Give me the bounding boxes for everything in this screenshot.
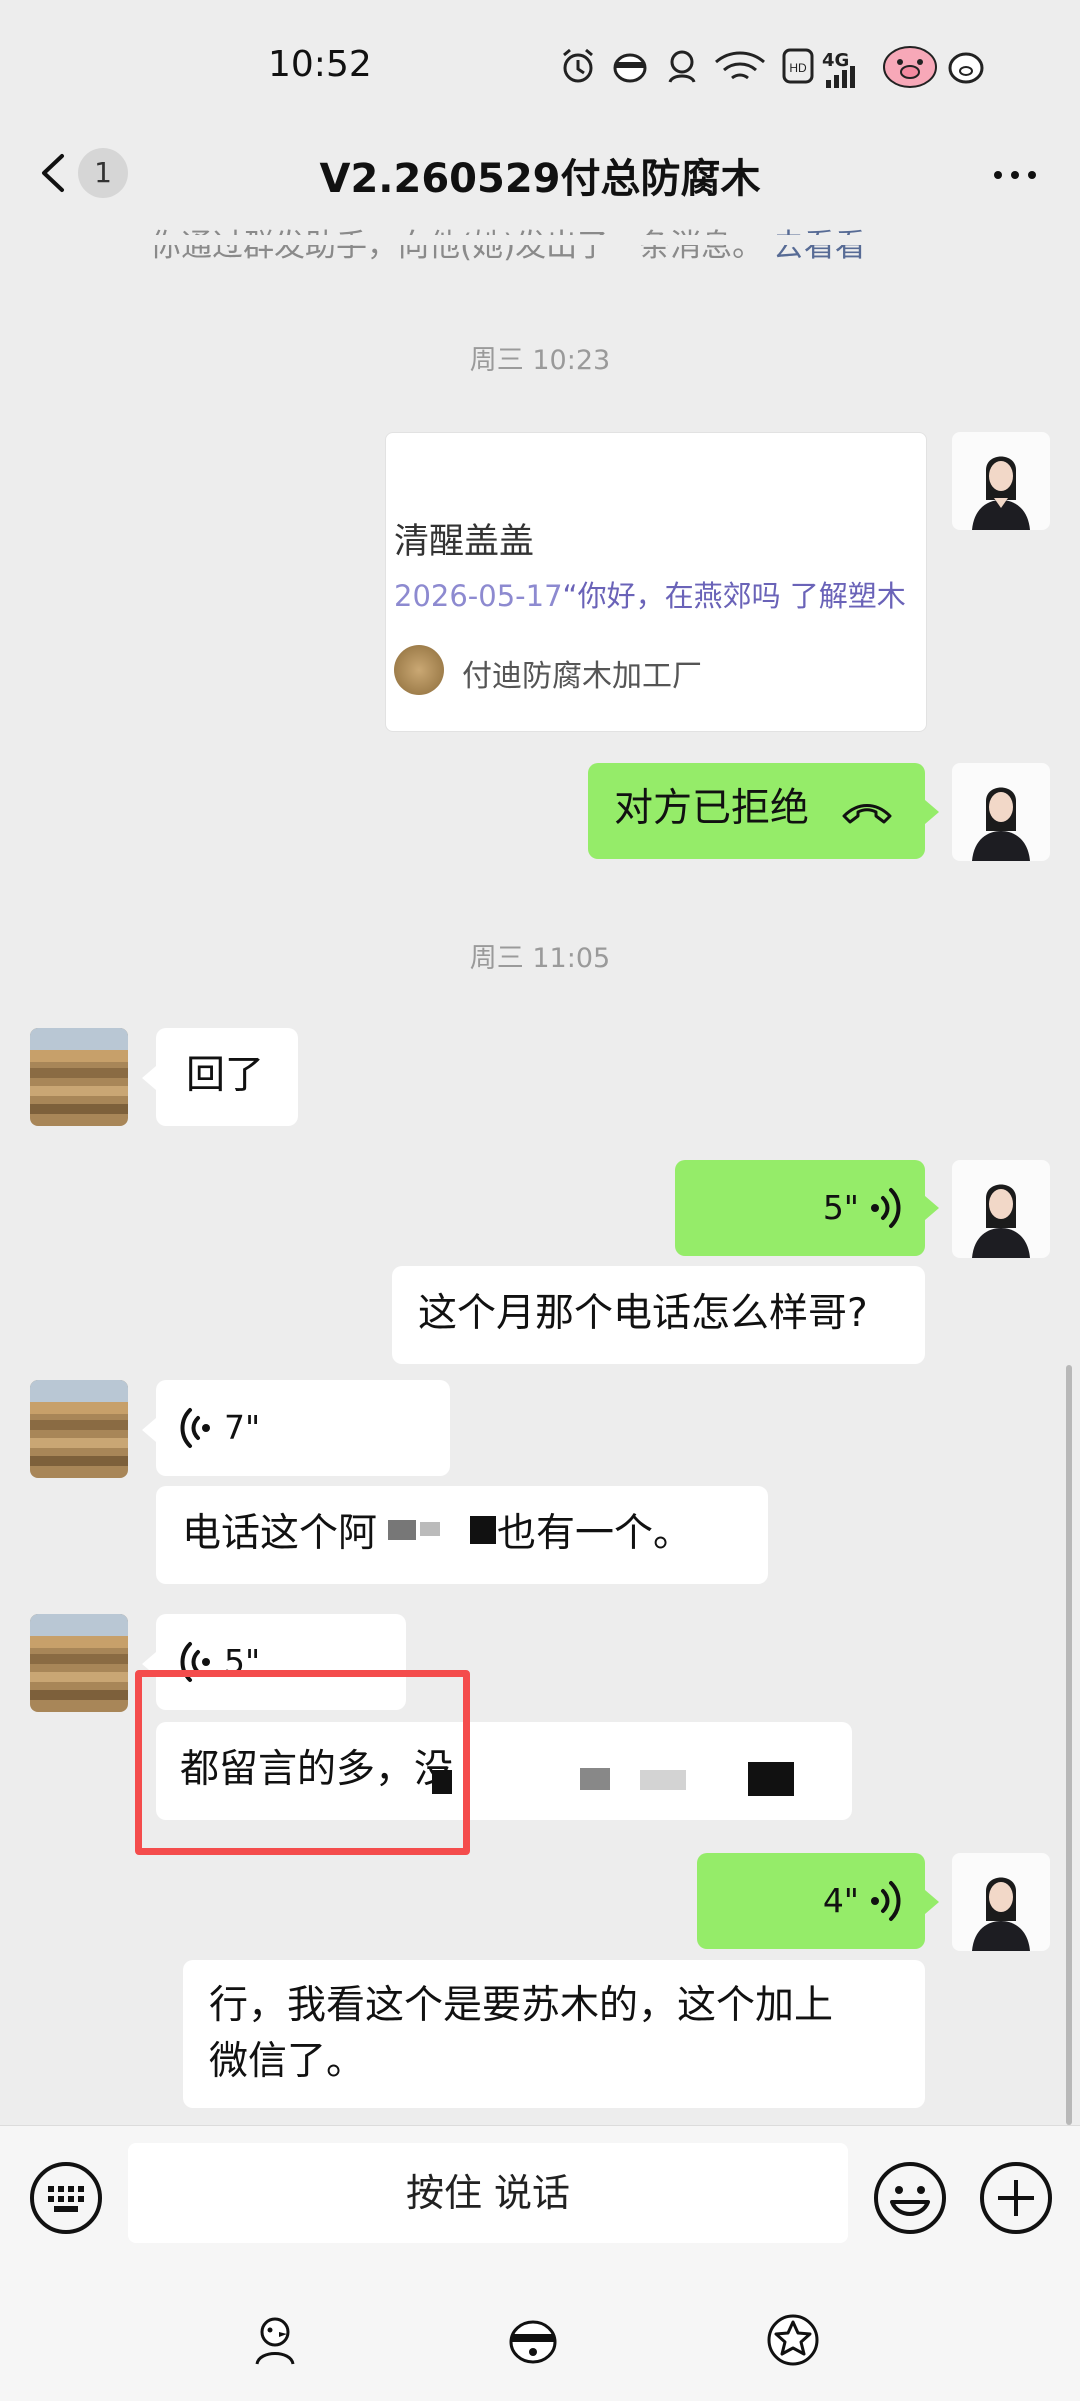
highlight-annotation <box>135 1670 470 1855</box>
system-message-text: 你通过群发助手，向他(她)发出了一条消息。 <box>150 228 764 264</box>
voice-wave-icon <box>871 1188 901 1228</box>
chat-title: V2.260529付总防腐木 <box>319 156 761 202</box>
transcription-line: 微信了。 <box>209 2039 366 2084</box>
voice-message[interactable]: 4" <box>697 1853 925 1949</box>
voice-duration: 4" <box>822 1881 859 1920</box>
voice-message[interactable]: 7" <box>156 1380 450 1476</box>
transcription-line: 行，我看这个是要苏木的，这个加上 <box>209 1983 834 2028</box>
card-source-avatar <box>394 645 444 695</box>
bubble-tail <box>142 1066 156 1090</box>
shared-card[interactable]: 清醒盖盖 2026-05-17“你好，在燕郊吗 了解塑木 付迪防腐木加工厂 <box>385 432 927 732</box>
self-avatar[interactable] <box>952 432 1050 530</box>
svg-text:HD: HD <box>789 61 807 75</box>
sticker-star-icon[interactable] <box>763 2310 823 2370</box>
voice-duration: 7" <box>224 1408 261 1447</box>
scrollbar[interactable] <box>1066 1365 1072 2125</box>
app-bird-icon <box>668 50 696 83</box>
redaction-block <box>420 1522 440 1536</box>
redaction-block <box>580 1768 610 1790</box>
voice-wave-icon <box>871 1881 901 1921</box>
call-status-bubble[interactable]: 对方已拒绝 <box>588 763 925 859</box>
header-divider <box>0 235 1080 245</box>
battery-pig-icon <box>948 52 984 84</box>
voice-message[interactable]: 5" <box>675 1160 925 1256</box>
card-source: 付迪防腐木加工厂 <box>462 659 702 694</box>
bubble-tail <box>925 1890 939 1914</box>
sticker-penguin-icon[interactable] <box>503 2310 563 2370</box>
status-bar: 10:52 HD 4G <box>0 0 1080 140</box>
sticker-bird-icon[interactable] <box>245 2310 305 2370</box>
contact-avatar[interactable] <box>30 1614 128 1712</box>
time-separator: 周三 10:23 <box>469 345 611 376</box>
call-status-text: 对方已拒绝 <box>614 786 810 831</box>
more-dots-icon[interactable] <box>985 150 1045 200</box>
redaction-block <box>640 1770 686 1790</box>
hd-icon: HD <box>782 48 814 84</box>
received-message[interactable]: 回了 <box>156 1028 298 1126</box>
card-snippet-text: “你好，在燕郊吗 了解塑木 <box>562 579 906 613</box>
contact-avatar[interactable] <box>30 1028 128 1126</box>
voice-transcription[interactable]: 电话这个阿 也有一个。 <box>156 1486 768 1584</box>
hold-to-talk-button[interactable]: 按住 说话 <box>128 2143 848 2243</box>
self-avatar[interactable] <box>952 1160 1050 1258</box>
voice-duration: 5" <box>822 1188 859 1227</box>
card-snippet: 2026-05-17“你好，在燕郊吗 了解塑木 <box>394 573 906 615</box>
contact-avatar[interactable] <box>30 1380 128 1478</box>
system-message-link[interactable]: 去看看 <box>773 228 866 264</box>
hang-up-icon <box>842 804 892 824</box>
keyboard-icon[interactable] <box>28 2160 104 2236</box>
emoji-icon[interactable] <box>872 2160 948 2236</box>
app-penguin-icon <box>613 53 647 83</box>
voice-wave-icon <box>180 1408 210 1448</box>
alarm-icon <box>563 48 593 83</box>
status-time: 10:52 <box>268 44 372 85</box>
bubble-tail <box>142 1418 156 1442</box>
voice-transcription[interactable]: 行，我看这个是要苏木的，这个加上 微信了。 <box>183 1960 925 2108</box>
card-date: 2026-05-17 <box>394 579 563 613</box>
bubble-tail <box>925 800 939 824</box>
voice-transcription[interactable]: 这个月那个电话怎么样哥? <box>392 1266 925 1364</box>
transcription-text: 电话这个阿 <box>182 1511 378 1556</box>
wifi-icon <box>715 51 765 80</box>
redaction-block <box>748 1762 794 1796</box>
card-title: 清醒盖盖 <box>394 522 535 562</box>
time-separator: 周三 11:05 <box>469 943 611 974</box>
pink-pig-icon <box>883 46 937 88</box>
bubble-tail <box>925 1196 939 1220</box>
self-avatar[interactable] <box>952 1853 1050 1951</box>
self-avatar[interactable] <box>952 763 1050 861</box>
redaction-block <box>388 1520 416 1540</box>
plus-icon[interactable] <box>978 2160 1054 2236</box>
transcription-text: 也有一个。 <box>497 1511 693 1556</box>
signal-icon <box>826 66 855 88</box>
redaction-block <box>470 1516 496 1544</box>
